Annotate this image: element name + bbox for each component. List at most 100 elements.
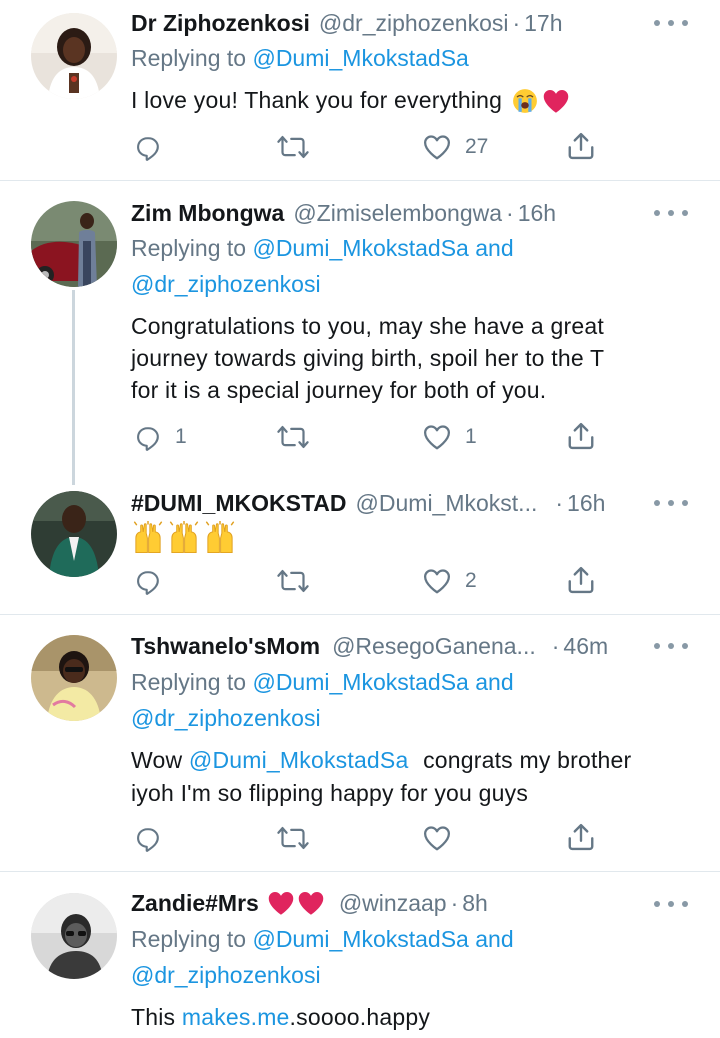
replying-to-line-2: @dr_ziphozenkosi [131,702,321,735]
reply-button[interactable] [134,565,175,597]
avatar[interactable] [31,635,117,721]
display-name[interactable]: Zim Mbongwa [131,198,284,228]
tweet-text: I love you! Thank you for everything [131,84,570,117]
timestamp[interactable]: 16h [518,198,556,228]
separator-dot: · [506,200,514,226]
red-heart-icon [297,889,325,917]
avatar-photo [31,635,117,721]
replying-to-line: Replying to @Dumi_MkokstadSa [131,42,469,75]
more-icon[interactable] [654,496,688,510]
replying-to-line-2: @dr_ziphozenkosi [131,959,321,992]
replying-to-label: Replying to [131,235,247,261]
retweet-button[interactable] [276,565,323,597]
name-emoji [267,889,325,917]
share-button[interactable] [566,420,596,452]
user-handle[interactable]: @ResegoGanena... [332,631,536,661]
more-icon[interactable] [654,897,688,911]
reply-count: 1 [175,425,187,448]
retweet-button[interactable] [276,822,323,854]
loudly-crying-face-icon [512,88,538,114]
mention-link[interactable]: @dr_ziphozenkosi [131,962,321,988]
like-icon [422,422,452,452]
mention-link[interactable]: @Dumi_MkokstadSa [252,926,468,952]
mention-link[interactable]: @Dumi_MkokstadSa [189,747,409,773]
reply-button[interactable] [134,822,175,854]
tweet-body-line: Wow @Dumi_MkokstadSa congrats my brother [131,744,631,777]
reply-icon [134,567,162,595]
tweet-header: Zim Mbongwa @Zimiselembongwa · 16h [131,198,556,228]
tweet-body [131,521,237,555]
mention-link[interactable]: @Dumi_MkokstadSa [252,235,468,261]
like-button[interactable]: 27 [422,131,488,163]
retweet-button[interactable] [276,421,323,453]
tweet-tshwanelos-mom[interactable]: Tshwanelo'sMom @ResegoGanena... · 46m Re… [0,615,720,871]
reply-button[interactable]: 1 [134,421,187,453]
separator-dot: · [450,890,459,916]
mention-link[interactable]: @dr_ziphozenkosi [131,271,321,297]
tweet-text: This [131,1004,176,1030]
like-button[interactable] [422,822,465,854]
red-heart-icon [267,889,295,917]
tweet-dumi-mkokstad[interactable]: #DUMI_MKOKSTAD @Dumi_Mkokst... · 16h 2 [0,471,720,614]
url-link[interactable]: makes.me [182,1004,290,1030]
user-handle[interactable]: @dr_ziphozenkosi [319,8,509,38]
tweet-header: #DUMI_MKOKSTAD @Dumi_Mkokst... · 16h [131,488,605,518]
tweet-body: I love you! Thank you for everything [131,87,503,113]
timestamp[interactable]: 16h [567,488,605,518]
share-button[interactable] [566,564,596,596]
share-icon [566,822,596,852]
mention-link[interactable]: @Dumi_MkokstadSa [252,45,468,71]
reply-icon [134,133,162,161]
user-handle[interactable]: @Dumi_Mkokst... [356,488,538,518]
avatar[interactable] [31,13,117,99]
replying-to-line: Replying to @Dumi_MkokstadSa and [131,666,514,699]
timestamp[interactable]: 8h [462,888,488,918]
display-name[interactable]: Zandie#Mrs [131,888,259,918]
retweet-icon [276,133,310,161]
timestamp[interactable]: 46m [563,631,608,661]
more-icon[interactable] [654,206,688,220]
like-count: 1 [465,425,477,448]
replying-to-label: Replying to [131,926,247,952]
user-handle[interactable]: @winzaap [339,888,447,918]
mention-link[interactable]: @Dumi_MkokstadSa [252,669,468,695]
avatar[interactable] [31,201,117,287]
more-icon[interactable] [654,16,688,30]
raising-hands-icon [167,521,201,555]
like-button[interactable]: 1 [422,421,477,453]
replying-and: and [475,235,514,261]
tweet-body-line: This makes.me.soooo.happy [131,1001,430,1034]
replying-to-label: Replying to [131,669,247,695]
red-heart-icon [542,87,570,115]
retweet-icon [276,824,310,852]
tweet-dr-ziphozenkosi[interactable]: Dr Ziphozenkosi @dr_ziphozenkosi · 17h R… [0,0,720,180]
tweet-body-line: for it is a special journey for both of … [131,377,547,403]
avatar[interactable] [31,893,117,979]
reply-button[interactable] [134,131,175,163]
tweet-body-line: Congratulations to you, may she have a g… [131,313,604,339]
display-name[interactable]: #DUMI_MKOKSTAD [131,488,347,518]
display-name[interactable]: Dr Ziphozenkosi [131,8,310,38]
tweet-zandie-mrs[interactable]: Zandie#Mrs @winzaap · 8h Replying to @Du… [0,872,720,1038]
tweet-header: Tshwanelo'sMom @ResegoGanena... · 46m [131,631,608,661]
mention-link[interactable]: @dr_ziphozenkosi [131,705,321,731]
tweet-body-line: iyoh I'm so flipping happy for you guys [131,780,529,806]
reply-icon [134,423,162,451]
tweet-zim-mbongwa[interactable]: Zim Mbongwa @Zimiselembongwa · 16h Reply… [0,181,720,471]
share-button[interactable] [566,821,596,853]
retweet-icon [276,423,310,451]
more-icon[interactable] [654,639,688,653]
user-handle[interactable]: @Zimiselembongwa [293,198,502,228]
avatar[interactable] [31,491,117,577]
like-button[interactable]: 2 [422,565,477,597]
like-icon [422,823,452,853]
tweet-header: Zandie#Mrs @winzaap · 8h [131,888,488,918]
share-button[interactable] [566,130,596,162]
avatar-photo [31,13,117,99]
timestamp[interactable]: 17h [524,8,562,38]
display-name[interactable]: Tshwanelo'sMom [131,631,320,661]
retweet-button[interactable] [276,131,323,163]
share-icon [566,565,596,595]
raising-hands-icon [203,521,237,555]
tweet-body-line: journey towards giving birth, spoil her … [131,345,605,371]
